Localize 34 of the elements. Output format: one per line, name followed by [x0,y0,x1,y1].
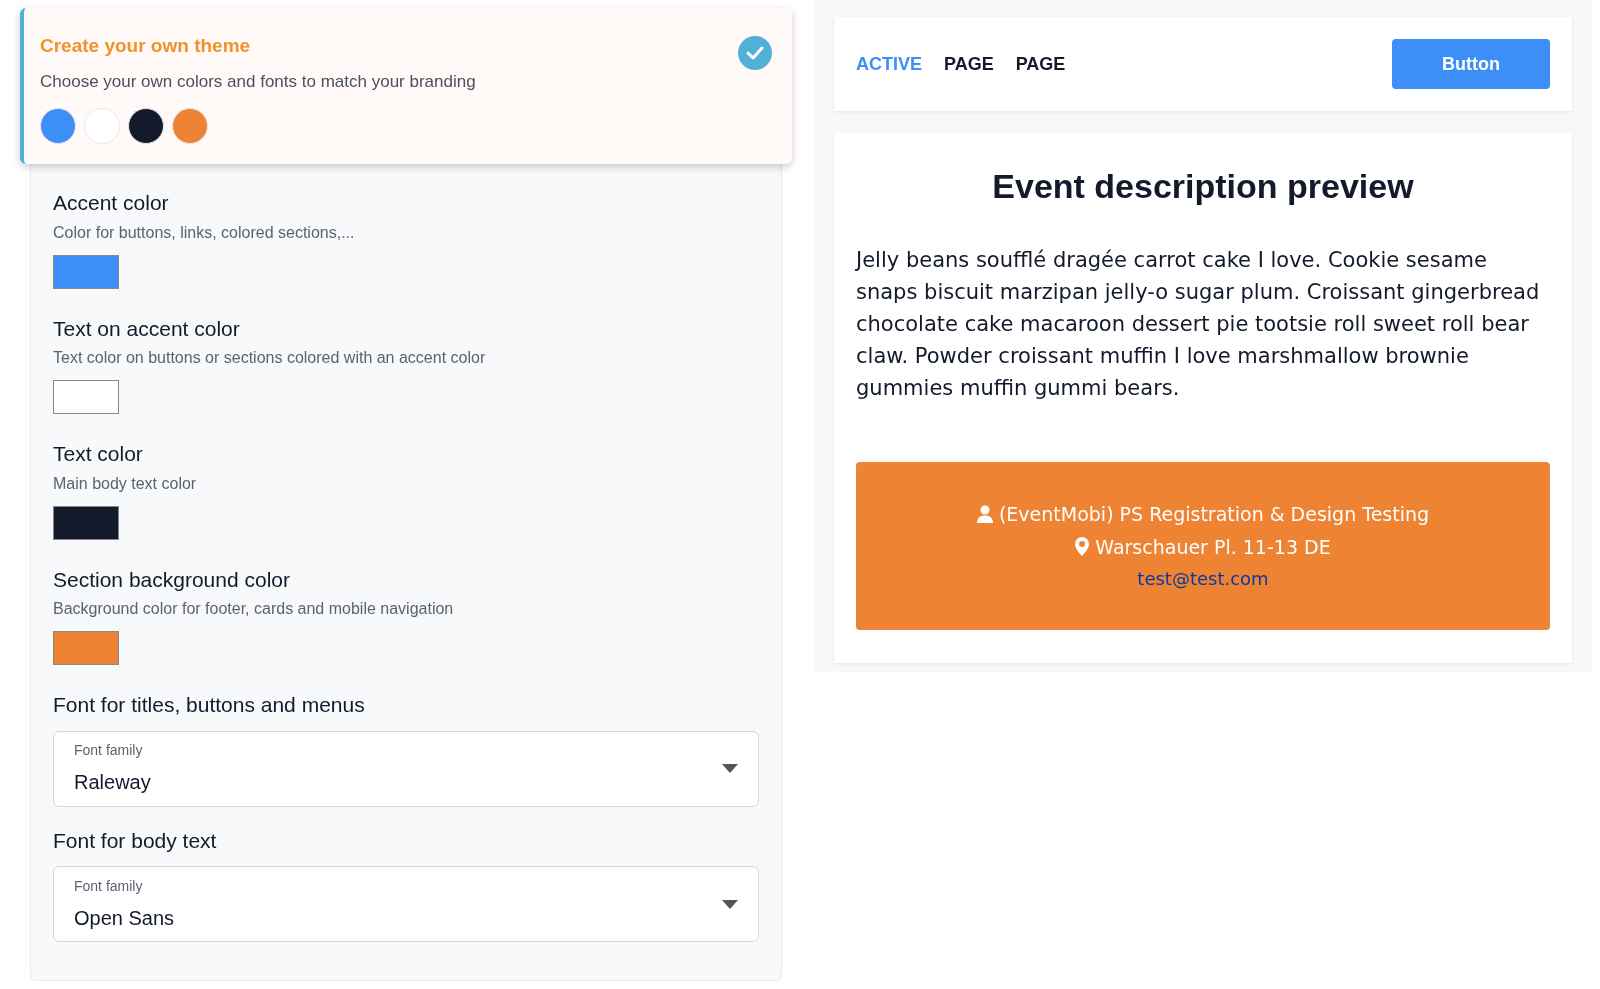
dropdown-caret-icon [722,899,738,909]
color-picker-swatch[interactable] [53,254,119,289]
font-family-select[interactable]: Font family Raleway [53,730,759,807]
preview-title: Event description preview [991,166,1415,207]
nav-link[interactable]: PAGE [1015,50,1066,78]
theme-card[interactable]: Create your own theme Choose your own colors and fonts to match your branding [20,8,792,164]
theme-subtitle: Choose your own colors and fonts to match your branding [40,70,476,93]
setting-description: Main body text color [53,473,198,494]
setting-description: Text color on buttons or sections colored with an accent color [53,348,487,368]
color-picker-swatch[interactable] [53,631,119,665]
setting-label: Font for body text [53,827,218,854]
setting-description: Background color for footer, cards and mobile navigation [53,599,455,619]
theme-title: Create your own theme [40,34,252,58]
setting-label: Accent color [53,190,170,216]
setting-description: Color for buttons, links, colored sections,... [53,222,356,243]
select-value: Open Sans [74,905,175,931]
setting-label: Font for titles, buttons and menus [53,692,366,718]
setting-label: Text color [53,441,144,467]
select-value: Raleway [74,770,151,795]
location-text: Warschauer Pl. 11-13 DE [1095,534,1331,560]
preview-body-text: Jelly beans soufflé dragée carrot cake I love. Cookie sesame snaps biscuit marzipan jelly-o sugar plum. Croissant gingerbread chocolate cake macaroon dessert pie tootsie roll sweet roll bear claw. Powder croissant muffin I love marshmallow brownie gummies muffin gummi bears. [856,247,1541,402]
map-pin-icon [1075,537,1090,557]
organizer-text: (EventMobi) PS Registration & Design Testing [998,502,1430,527]
setting-label: Text on accent color [53,315,241,342]
font-family-select[interactable]: Font family Open Sans [53,866,759,942]
setting-label: Section background color [53,566,291,593]
email-link[interactable]: test@test.com [1137,565,1269,592]
nav-link[interactable]: PAGE [944,50,994,78]
color-picker-swatch[interactable] [53,505,119,540]
dropdown-caret-icon [722,764,738,773]
color-picker-swatch[interactable] [53,380,119,414]
person-icon [976,505,993,524]
field-label: Font family [74,876,144,896]
field-label: Font family [74,741,144,760]
